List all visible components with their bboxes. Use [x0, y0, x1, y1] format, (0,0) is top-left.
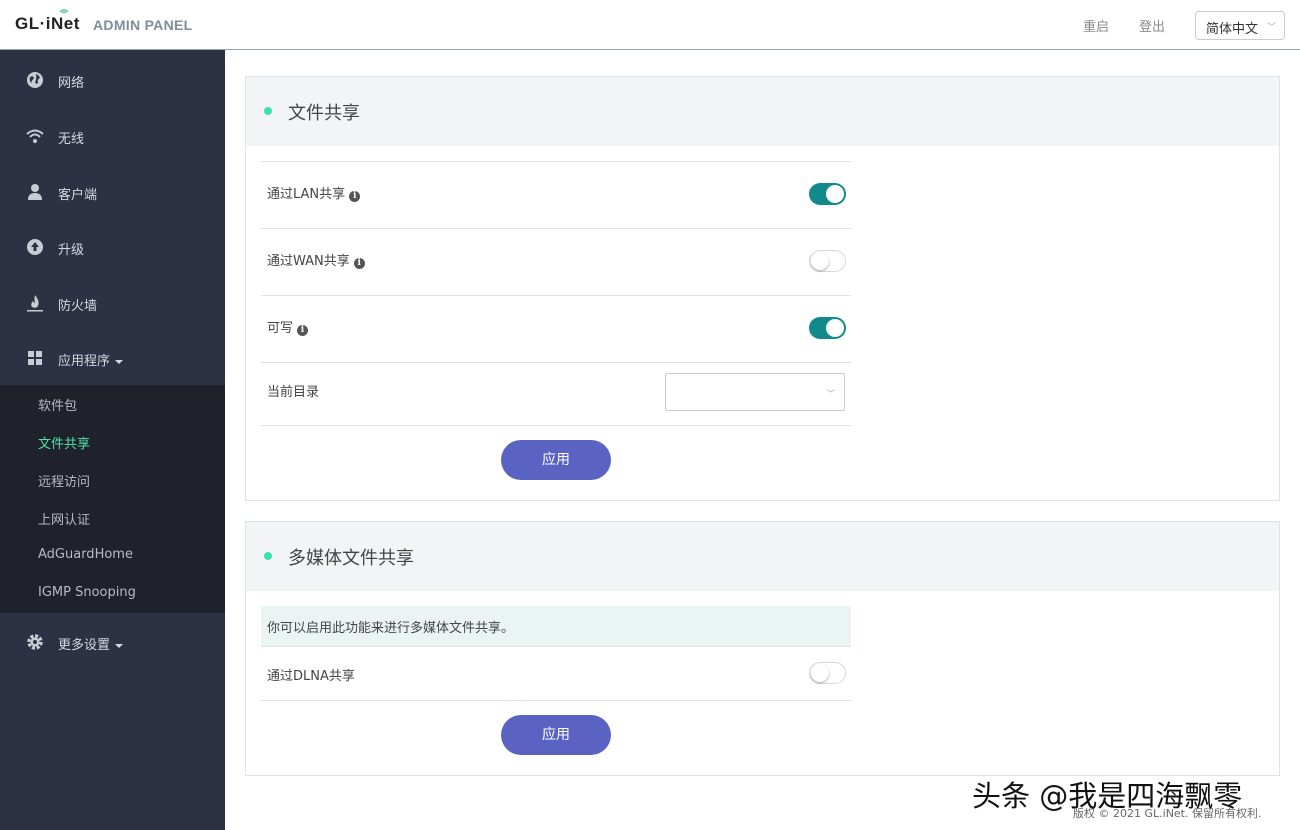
current-dir-select[interactable]: ﹀	[665, 373, 845, 411]
chevron-down-icon: ﹀	[825, 390, 835, 400]
panel-title: 文件共享	[288, 103, 360, 124]
lan-share-row: 通过LAN共享 i	[261, 161, 851, 228]
panel-header: 文件共享	[246, 77, 1279, 146]
grid-icon	[28, 351, 42, 365]
media-share-panel: 多媒体文件共享 你可以启用此功能来进行多媒体文件共享。 通过DLNA共享 应用	[245, 521, 1280, 776]
info-icon[interactable]: i	[297, 325, 309, 336]
brand-logo[interactable]: GL·iNet	[15, 9, 80, 34]
sidebar-item-label: 应用程序	[58, 350, 124, 369]
submenu-item-packages[interactable]: 软件包	[38, 395, 77, 414]
chevron-down-icon: ﹀	[1266, 23, 1276, 33]
info-icon[interactable]: i	[353, 258, 365, 269]
submenu-item-portal-auth[interactable]: 上网认证	[38, 509, 90, 528]
lan-share-toggle[interactable]	[809, 183, 846, 205]
panel-header: 多媒体文件共享	[246, 522, 1279, 591]
submenu-item-file-share[interactable]: 文件共享	[38, 433, 90, 452]
writable-row: 可写 i	[261, 295, 851, 362]
flame-icon	[27, 295, 43, 312]
logo-text: GL·iNet	[15, 14, 80, 33]
lan-share-text: 通过LAN共享	[267, 187, 346, 202]
more-settings-label: 更多设置	[58, 638, 111, 653]
panel-title: 多媒体文件共享	[288, 548, 414, 569]
language-value: 简体中文	[1206, 22, 1259, 37]
sidebar-item-label: 网络	[58, 76, 85, 91]
media-share-apply-button[interactable]: 应用	[501, 715, 611, 755]
logout-link[interactable]: 登出	[1139, 16, 1165, 35]
file-share-panel: 文件共享 通过LAN共享 i 通过WAN共享 i 可写 i 当前目录 ﹀ 应用	[245, 76, 1280, 501]
toggle-knob	[811, 664, 829, 682]
status-dot	[264, 552, 272, 560]
lan-share-label: 通过LAN共享 i	[267, 183, 361, 202]
applications-label: 应用程序	[58, 354, 111, 369]
writable-label: 可写 i	[267, 317, 309, 336]
toggle-knob	[826, 319, 844, 337]
wan-share-label: 通过WAN共享 i	[267, 250, 365, 269]
media-share-notice: 你可以启用此功能来进行多媒体文件共享。	[261, 606, 851, 646]
applications-submenu: 软件包 文件共享 远程访问 上网认证 AdGuardHome IGMP Snoo…	[0, 385, 225, 613]
dlna-share-toggle[interactable]	[809, 662, 846, 684]
submenu-item-remote-access[interactable]: 远程访问	[38, 471, 90, 490]
sidebar-item-wireless[interactable]: 无线	[0, 116, 225, 156]
copyright-footer: 版权 © 2021 GL.iNet. 保留所有权利.	[1073, 807, 1262, 820]
sidebar-item-label: 客户端	[58, 188, 98, 203]
submenu-item-igmp-snooping[interactable]: IGMP Snooping	[38, 585, 136, 600]
sidebar-item-network[interactable]: 网络	[0, 60, 225, 100]
gear-icon	[27, 634, 43, 650]
toggle-knob	[811, 252, 829, 270]
sidebar: 网络 无线 客户端 升级 防火墙 应用程序 软件包 文件共享 远程访问 上网认证…	[0, 50, 225, 830]
writable-text: 可写	[267, 321, 294, 336]
file-share-apply-button[interactable]: 应用	[501, 440, 611, 480]
sidebar-item-label: 更多设置	[58, 634, 124, 653]
sidebar-item-firewall[interactable]: 防火墙	[0, 283, 225, 323]
reboot-link[interactable]: 重启	[1083, 16, 1109, 35]
dlna-share-label: 通过DLNA共享	[267, 669, 355, 684]
dlna-share-row: 通过DLNA共享	[261, 646, 851, 701]
admin-panel-label: ADMIN PANEL	[93, 17, 193, 33]
info-icon[interactable]: i	[349, 191, 361, 202]
sidebar-item-label: 升级	[58, 243, 85, 258]
wan-share-text: 通过WAN共享	[267, 254, 350, 269]
wan-share-toggle[interactable]	[809, 250, 846, 272]
current-dir-label: 当前目录	[267, 385, 320, 400]
logo-wifi-icon	[59, 9, 69, 14]
language-select[interactable]: 简体中文 ﹀	[1195, 11, 1285, 40]
globe-icon	[27, 72, 43, 88]
sidebar-item-label: 无线	[58, 132, 85, 147]
sidebar-item-label: 防火墙	[58, 299, 98, 314]
upload-icon	[27, 239, 43, 255]
sidebar-item-more-settings[interactable]: 更多设置	[0, 622, 225, 662]
sidebar-item-clients[interactable]: 客户端	[0, 172, 225, 212]
writable-toggle[interactable]	[809, 317, 846, 339]
caret-down-icon	[115, 643, 124, 648]
top-header: GL·iNet ADMIN PANEL 重启 登出 简体中文 ﹀	[0, 0, 1300, 50]
status-dot	[264, 107, 272, 115]
wan-share-row: 通过WAN共享 i	[261, 228, 851, 295]
submenu-item-adguardhome[interactable]: AdGuardHome	[38, 547, 133, 562]
wifi-icon	[26, 129, 44, 143]
caret-down-icon	[115, 359, 124, 364]
sidebar-item-upgrade[interactable]: 升级	[0, 227, 225, 267]
sidebar-item-applications[interactable]: 应用程序	[0, 338, 225, 378]
user-icon	[28, 184, 42, 200]
current-dir-row: 当前目录 ﹀	[261, 362, 851, 426]
toggle-knob	[826, 185, 844, 203]
